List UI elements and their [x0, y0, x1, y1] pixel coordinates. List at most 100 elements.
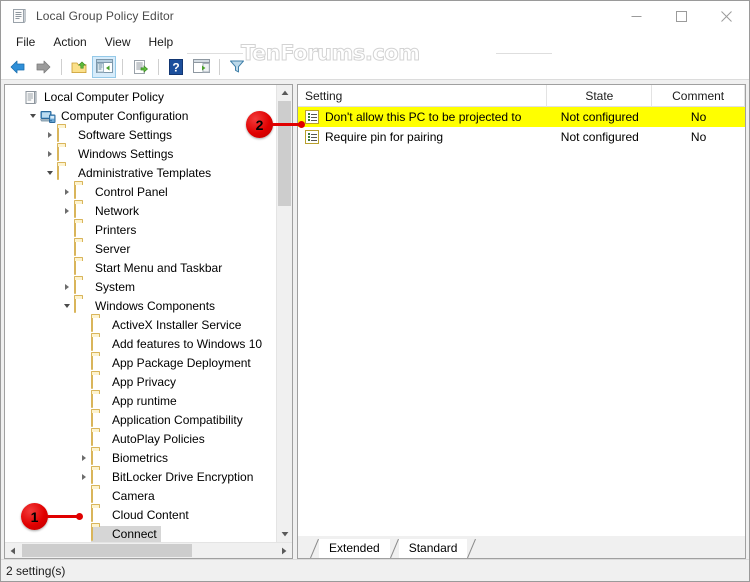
tree-item-label: Computer Configuration [61, 109, 188, 123]
tree-item-administrative-templates[interactable]: Administrative Templates [5, 163, 292, 182]
tree-item-add-features-to-windows-10[interactable]: Add features to Windows 10 [5, 334, 292, 353]
menu-view[interactable]: View [96, 32, 140, 53]
help-button[interactable]: ? [164, 56, 188, 78]
tree-expander-empty [77, 486, 91, 505]
folder-icon [91, 469, 107, 485]
tree-item-biometrics[interactable]: Biometrics [5, 448, 292, 467]
tree-vertical-scrollbar[interactable] [276, 85, 292, 542]
tree-item-content: Windows Settings [57, 146, 177, 162]
column-header-state[interactable]: State [547, 85, 652, 107]
tree-item-cloud-content[interactable]: Cloud Content [5, 505, 292, 524]
tree-item-label: Printers [95, 223, 136, 237]
tree-item-connect[interactable]: Connect [5, 524, 292, 542]
close-button[interactable] [704, 1, 749, 31]
tree-item-content: App Package Deployment [91, 355, 255, 371]
tree-expander-empty [60, 239, 74, 258]
tab-standard[interactable]: Standard [399, 539, 468, 558]
folder-icon [74, 241, 90, 257]
chevron-right-icon[interactable] [77, 448, 91, 467]
column-header-setting[interactable]: Setting [298, 85, 547, 107]
console-tree[interactable]: Local Computer Policy Computer Configurat… [5, 87, 292, 542]
column-header-comment[interactable]: Comment [652, 85, 745, 107]
listview-header[interactable]: Setting State Comment [298, 85, 745, 107]
chevron-right-icon[interactable] [60, 201, 74, 220]
back-button[interactable] [6, 56, 30, 78]
forward-button[interactable] [31, 56, 55, 78]
tree-item-printers[interactable]: Printers [5, 220, 292, 239]
chevron-right-icon[interactable] [77, 467, 91, 486]
tree-item-label: Server [95, 242, 130, 256]
status-text: 2 setting(s) [6, 564, 65, 578]
tree-item-content: Connect [91, 526, 161, 542]
menu-bar: File Action View Help [1, 31, 749, 54]
menu-help[interactable]: Help [140, 32, 183, 53]
tree-expander-empty [77, 410, 91, 429]
tree-item-content: Cloud Content [91, 507, 193, 523]
tree-hscroll-thumb[interactable] [22, 544, 192, 557]
show-hide-console-tree-button[interactable] [92, 56, 116, 78]
window-controls [614, 1, 749, 31]
show-hide-action-pane-button[interactable] [189, 56, 213, 78]
setting-name: Require pin for pairing [325, 130, 443, 144]
tree-item-windows-components[interactable]: Windows Components [5, 296, 292, 315]
menu-file[interactable]: File [7, 32, 44, 53]
tree-item-bitlocker-drive-encryption[interactable]: BitLocker Drive Encryption [5, 467, 292, 486]
chevron-right-icon[interactable] [60, 277, 74, 296]
tree-item-server[interactable]: Server [5, 239, 292, 258]
tree-item-application-compatibility[interactable]: Application Compatibility [5, 410, 292, 429]
tree-expander-empty [77, 353, 91, 372]
tree-item-control-panel[interactable]: Control Panel [5, 182, 292, 201]
menu-action[interactable]: Action [44, 32, 95, 53]
folder-icon [91, 336, 107, 352]
tree-item-computer-configuration[interactable]: Computer Configuration [5, 106, 292, 125]
tree-scroll-thumb[interactable] [278, 101, 291, 206]
folder-icon [91, 317, 107, 333]
chevron-right-icon[interactable] [60, 182, 74, 201]
chevron-down-icon[interactable] [26, 106, 40, 125]
computer-icon [40, 108, 56, 124]
maximize-button[interactable] [659, 1, 704, 31]
tree-item-windows-settings[interactable]: Windows Settings [5, 144, 292, 163]
title-bar: Local Group Policy Editor [1, 1, 749, 31]
tree-item-local-computer-policy[interactable]: Local Computer Policy [5, 87, 292, 106]
filter-button[interactable] [225, 56, 249, 78]
scroll-right-arrow[interactable] [276, 543, 292, 559]
toolbar: ? [1, 54, 749, 80]
tree-item-app-runtime[interactable]: App runtime [5, 391, 292, 410]
tree-item-network[interactable]: Network [5, 201, 292, 220]
tree-item-autoplay-policies[interactable]: AutoPlay Policies [5, 429, 292, 448]
tree-item-system[interactable]: System [5, 277, 292, 296]
folder-icon [74, 184, 90, 200]
listview-body[interactable]: Don't allow this PC to be projected toNo… [298, 107, 745, 536]
chevron-right-icon[interactable] [43, 144, 57, 163]
scroll-left-arrow[interactable] [5, 543, 21, 559]
tab-extended[interactable]: Extended [319, 539, 390, 558]
chevron-down-icon[interactable] [60, 296, 74, 315]
tree-item-camera[interactable]: Camera [5, 486, 292, 505]
tree-expander-empty [77, 315, 91, 334]
scroll-up-arrow[interactable] [277, 85, 292, 101]
table-row[interactable]: Require pin for pairingNot configuredNo [298, 127, 745, 147]
tree-item-activex-installer-service[interactable]: ActiveX Installer Service [5, 315, 292, 334]
tree-item-app-privacy[interactable]: App Privacy [5, 372, 292, 391]
column-header-label: State [585, 89, 613, 103]
scroll-down-arrow[interactable] [277, 526, 292, 542]
table-row[interactable]: Don't allow this PC to be projected toNo… [298, 107, 745, 127]
tree-horizontal-scrollbar[interactable] [5, 542, 292, 558]
folder-icon [91, 393, 107, 409]
minimize-button[interactable] [614, 1, 659, 31]
setting-name: Don't allow this PC to be projected to [325, 110, 521, 124]
tree-item-label: Cloud Content [112, 508, 189, 522]
tab-separator [390, 539, 399, 558]
tree-item-start-menu-and-taskbar[interactable]: Start Menu and Taskbar [5, 258, 292, 277]
view-tabs[interactable]: Extended Standard [310, 539, 476, 558]
up-one-level-button[interactable] [67, 56, 91, 78]
settings-pane: Setting State Comment Don't allow this PC … [297, 84, 746, 559]
tree-item-app-package-deployment[interactable]: App Package Deployment [5, 353, 292, 372]
chevron-down-icon[interactable] [43, 163, 57, 182]
chevron-right-icon[interactable] [43, 125, 57, 144]
tree-item-software-settings[interactable]: Software Settings [5, 125, 292, 144]
export-list-button[interactable] [128, 56, 152, 78]
tree-item-content: Application Compatibility [91, 412, 247, 428]
tree-item-content: Add features to Windows 10 [91, 336, 266, 352]
